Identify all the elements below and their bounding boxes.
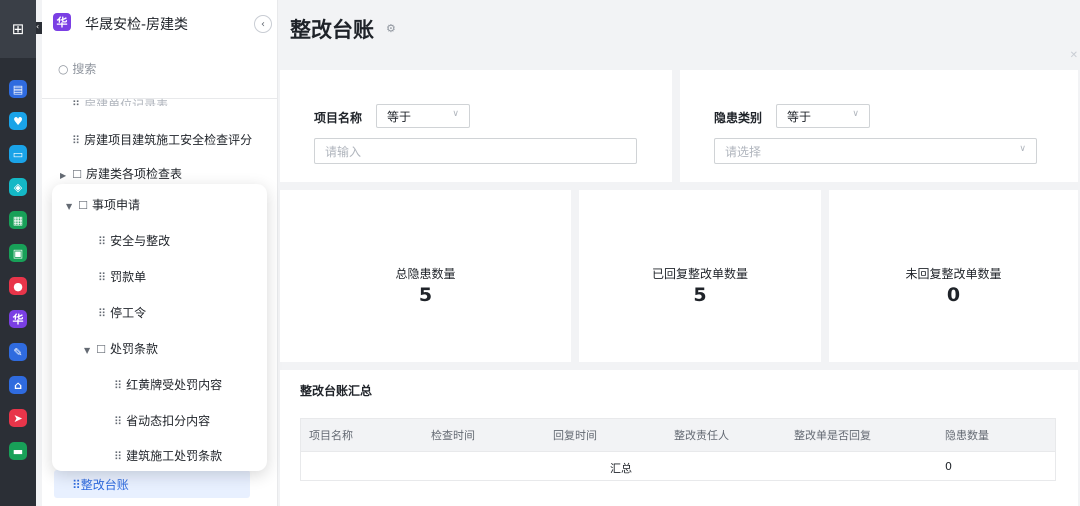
column-header[interactable]: 整改单是否回复 [794, 427, 871, 443]
stat-label: 已回复整改单数量 [651, 267, 748, 281]
grid-icon: ⠿ [72, 478, 81, 492]
search-icon: ○ [58, 62, 69, 76]
sidebar-item-check-score[interactable]: ⠿ 房建项目建筑施工安全检查评分 [72, 131, 252, 148]
folder-icon: ☐ [78, 199, 89, 212]
filter-card-hazard: 隐患类别 等于 ∨ 请选择 ∨ [680, 70, 1078, 182]
stat-value: 5 [418, 284, 433, 306]
stat-card-unreplied: 未回复整改单数量 0 [829, 190, 1078, 362]
table-summary-row: 汇总 0 [301, 451, 1055, 480]
folder-icon: ☐ [96, 343, 107, 356]
chevron-down-icon: ∨ [852, 109, 859, 119]
summary-table: 项目名称 检查时间 回复时间 整改责任人 整改单是否回复 隐患数量 汇总 0 [300, 418, 1056, 481]
app-logo: 华 [53, 13, 71, 31]
summary-title: 整改台账汇总 [300, 384, 373, 398]
grid-icon: ⠿ [114, 450, 123, 463]
rail-app-1-icon[interactable]: ▤ [9, 80, 27, 98]
filter-card-project: 项目名称 等于 ∨ 请输入 [280, 70, 672, 182]
main-content: 整改台账 ⚙ ✕ 项目名称 等于 ∨ 请输入 隐患类别 等于 ∨ 请选择 ∨ 总隐患数… [278, 0, 1080, 506]
project-filter-label: 项目名称 [314, 111, 363, 125]
app-name: 华晟安检-房建类 [85, 17, 189, 33]
app-launcher-button[interactable]: ⊞ [0, 0, 36, 58]
chevron-left-icon: ‹ [261, 18, 265, 30]
rail-app-9-icon[interactable]: ✎ [9, 343, 27, 361]
grid-icon: ⠿ [114, 415, 123, 428]
column-header[interactable]: 整改责任人 [674, 427, 729, 443]
app-rail: ⊞ ▤ ♥ ▭ ◈ ▦ ▣ ● 华 ✎ ⌂ ➤ ▬ [0, 0, 36, 506]
popup-item-red-yellow[interactable]: ⠿ 红黄牌受处罚内容 [114, 376, 222, 393]
stat-value: 5 [693, 284, 707, 306]
column-header[interactable]: 项目名称 [309, 427, 353, 443]
stat-label: 总隐患数量 [395, 267, 456, 281]
popup-item-construction-penalty[interactable]: ⠿ 建筑施工处罚条款 [114, 447, 222, 464]
caret-right-icon: ▶ [60, 171, 67, 180]
caret-down-icon: ▼ [66, 202, 73, 211]
chevron-down-icon: ∨ [1019, 144, 1026, 154]
project-name-input[interactable]: 请输入 [314, 138, 637, 164]
caret-down-icon: ▼ [84, 346, 91, 355]
summary-card: 整改台账汇总 项目名称 检查时间 回复时间 整改责任人 整改单是否回复 隐患数量… [280, 370, 1078, 506]
stat-card-total-hazards: 总隐患数量 5 [280, 190, 571, 362]
popup-item-fine[interactable]: ⠿ 罚款单 [98, 268, 146, 285]
sidebar-item-rectification-ledger[interactable]: ⠿整改台账 [72, 476, 129, 493]
table-header-row: 项目名称 检查时间 回复时间 整改责任人 整改单是否回复 隐患数量 [301, 419, 1055, 451]
grid-icon: ⠿ [72, 134, 81, 147]
popup-group-penalty[interactable]: ▼ ☐ 处罚条款 [84, 340, 158, 357]
close-icon[interactable]: ✕ [1070, 50, 1078, 61]
sidebar-item-faded[interactable]: ⠿ 房建单位记录表 [72, 96, 168, 106]
rail-app-8-icon[interactable]: 华 [9, 310, 27, 328]
grid-icon: ⠿ [114, 379, 123, 392]
sidebar-header: 华 华晟安检-房建类 ‹ [42, 0, 278, 48]
project-operator-select[interactable]: 等于 ∨ [376, 104, 470, 128]
stat-value: 0 [946, 284, 961, 306]
grid-icon: ⠿ [72, 99, 81, 106]
column-header[interactable]: 检查时间 [431, 427, 475, 443]
page-title: 整改台账 [290, 18, 374, 42]
gear-icon[interactable]: ⚙ [386, 22, 396, 35]
collapse-sidebar-button[interactable]: ‹ [254, 15, 272, 33]
summary-total-label: 汇总 [610, 462, 632, 475]
hazard-type-select[interactable]: 请选择 ∨ [714, 138, 1037, 164]
rail-app-10-icon[interactable]: ⌂ [9, 376, 27, 394]
grid-icon: ⊞ [11, 20, 25, 38]
popup-item-stop-work[interactable]: ⠿ 停工令 [98, 304, 146, 321]
rail-app-4-icon[interactable]: ◈ [9, 178, 27, 196]
rail-app-12-icon[interactable]: ▬ [9, 442, 27, 460]
summary-total-value: 0 [945, 460, 952, 473]
grid-icon: ⠿ [98, 307, 107, 320]
popup-item-province-deduction[interactable]: ⠿ 省动态扣分内容 [114, 412, 210, 429]
column-header[interactable]: 隐患数量 [945, 427, 989, 443]
stat-card-replied: 已回复整改单数量 5 [579, 190, 821, 362]
search-placeholder: 搜索 [72, 62, 97, 76]
rail-app-3-icon[interactable]: ▭ [9, 145, 27, 163]
rail-app-5-icon[interactable]: ▦ [9, 211, 27, 229]
rail-app-2-icon[interactable]: ♥ [9, 112, 27, 130]
column-header[interactable]: 回复时间 [553, 427, 597, 443]
hazard-operator-select[interactable]: 等于 ∨ [776, 104, 870, 128]
folder-icon: ☐ [72, 168, 83, 181]
rail-app-11-icon[interactable]: ➤ [9, 409, 27, 427]
chevron-down-icon: ∨ [452, 109, 459, 119]
popup-menu: ▼ ☐ 事项申请 ⠿ 安全与整改 ⠿ 罚款单 ⠿ 停工令 ▼ ☐ 处罚条款 ⠿ 红黄牌受处罚内容… [52, 184, 267, 471]
popup-group-matters[interactable]: ▼ ☐ 事项申请 [66, 196, 140, 213]
sidebar-search[interactable]: ○ 搜索 [58, 60, 96, 77]
stat-label: 未回复整改单数量 [905, 267, 1002, 281]
popup-item-safety[interactable]: ⠿ 安全与整改 [98, 232, 170, 249]
hazard-filter-label: 隐患类别 [714, 111, 763, 125]
rail-app-7-icon[interactable]: ● [9, 277, 27, 295]
rail-app-6-icon[interactable]: ▣ [9, 244, 27, 262]
grid-icon: ⠿ [98, 271, 107, 284]
sidebar-item-inspection[interactable]: ▶ ☐ 房建类各项检查表 [60, 165, 182, 182]
grid-icon: ⠿ [98, 235, 107, 248]
